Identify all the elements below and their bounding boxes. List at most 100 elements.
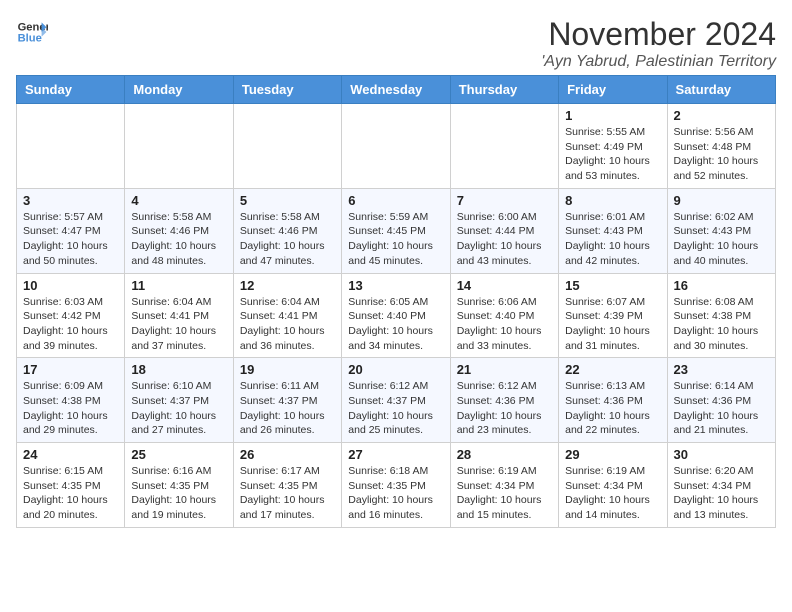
weekday-row: SundayMondayTuesdayWednesdayThursdayFrid… [17,76,776,104]
calendar-cell: 3Sunrise: 5:57 AM Sunset: 4:47 PM Daylig… [17,188,125,273]
day-number: 1 [565,108,660,123]
calendar-cell: 23 Sunrise: 6:14 AM Sunset: 4:36 PM Dayli… [667,358,775,443]
day-info: Sunrise: 6:02 AM Sunset: 4:43 PM Dayligh… [674,210,769,269]
day-number: 8 [565,193,660,208]
calendar-header: SundayMondayTuesdayWednesdayThursdayFrid… [17,76,776,104]
weekday-header: Tuesday [233,76,341,104]
calendar-cell: 28 Sunrise: 6:19 AM Sunset: 4:34 PM Dayli… [450,443,558,528]
day-info: Sunrise: 6:13 AM Sunset: 4:36 PM Dayligh… [565,379,660,438]
calendar-cell: 18 Sunrise: 6:10 AM Sunset: 4:37 PM Dayli… [125,358,233,443]
day-info: Sunrise: 6:05 AM Sunset: 4:40 PM Dayligh… [348,295,443,354]
calendar-cell: 11Sunrise: 6:04 AM Sunset: 4:41 PM Dayli… [125,273,233,358]
calendar-week-row: 3Sunrise: 5:57 AM Sunset: 4:47 PM Daylig… [17,188,776,273]
day-info: Sunrise: 6:11 AM Sunset: 4:37 PM Dayligh… [240,379,335,438]
logo: General Blue [16,16,48,48]
day-info: Sunrise: 6:12 AM Sunset: 4:36 PM Dayligh… [457,379,552,438]
day-number: 21 [457,362,552,377]
calendar-cell: 2 Sunrise: 5:56 AM Sunset: 4:48 PM Daylig… [667,104,775,189]
day-info: Sunrise: 5:59 AM Sunset: 4:45 PM Dayligh… [348,210,443,269]
day-info: Sunrise: 6:15 AM Sunset: 4:35 PM Dayligh… [23,464,118,523]
location-subtitle: 'Ayn Yabrud, Palestinian Territory [541,53,776,71]
day-number: 23 [674,362,769,377]
svg-text:Blue: Blue [18,33,42,45]
calendar-cell: 8 Sunrise: 6:01 AM Sunset: 4:43 PM Daylig… [559,188,667,273]
calendar-cell: 16Sunrise: 6:08 AM Sunset: 4:38 PM Dayli… [667,273,775,358]
calendar-table: SundayMondayTuesdayWednesdayThursdayFrid… [16,75,776,528]
calendar-cell: 14Sunrise: 6:06 AM Sunset: 4:40 PM Dayli… [450,273,558,358]
day-number: 19 [240,362,335,377]
day-info: Sunrise: 6:10 AM Sunset: 4:37 PM Dayligh… [131,379,226,438]
calendar-cell: 4 Sunrise: 5:58 AM Sunset: 4:46 PM Daylig… [125,188,233,273]
day-info: Sunrise: 5:55 AM Sunset: 4:49 PM Dayligh… [565,125,660,184]
calendar-cell: 10Sunrise: 6:03 AM Sunset: 4:42 PM Dayli… [17,273,125,358]
day-number: 11 [131,278,226,293]
calendar-cell [450,104,558,189]
day-info: Sunrise: 5:56 AM Sunset: 4:48 PM Dayligh… [674,125,769,184]
logo-icon: General Blue [16,16,48,48]
day-info: Sunrise: 6:16 AM Sunset: 4:35 PM Dayligh… [131,464,226,523]
day-number: 15 [565,278,660,293]
calendar-cell: 15 Sunrise: 6:07 AM Sunset: 4:39 PM Dayli… [559,273,667,358]
day-info: Sunrise: 6:18 AM Sunset: 4:35 PM Dayligh… [348,464,443,523]
day-number: 3 [23,193,118,208]
weekday-header: Thursday [450,76,558,104]
calendar-cell: 12 Sunrise: 6:04 AM Sunset: 4:41 PM Dayli… [233,273,341,358]
month-title: November 2024 [541,16,776,53]
calendar-cell: 19 Sunrise: 6:11 AM Sunset: 4:37 PM Dayli… [233,358,341,443]
calendar-cell: 1 Sunrise: 5:55 AM Sunset: 4:49 PM Daylig… [559,104,667,189]
day-number: 30 [674,447,769,462]
day-info: Sunrise: 5:58 AM Sunset: 4:46 PM Dayligh… [131,210,226,269]
day-info: Sunrise: 6:04 AM Sunset: 4:41 PM Dayligh… [240,295,335,354]
calendar-cell: 7 Sunrise: 6:00 AM Sunset: 4:44 PM Daylig… [450,188,558,273]
day-info: Sunrise: 6:12 AM Sunset: 4:37 PM Dayligh… [348,379,443,438]
day-info: Sunrise: 6:09 AM Sunset: 4:38 PM Dayligh… [23,379,118,438]
day-number: 17 [23,362,118,377]
calendar-cell: 26Sunrise: 6:17 AM Sunset: 4:35 PM Dayli… [233,443,341,528]
calendar-cell: 21 Sunrise: 6:12 AM Sunset: 4:36 PM Dayli… [450,358,558,443]
day-number: 2 [674,108,769,123]
day-number: 28 [457,447,552,462]
day-number: 6 [348,193,443,208]
day-info: Sunrise: 6:19 AM Sunset: 4:34 PM Dayligh… [457,464,552,523]
calendar-cell: 25 Sunrise: 6:16 AM Sunset: 4:35 PM Dayli… [125,443,233,528]
day-info: Sunrise: 6:01 AM Sunset: 4:43 PM Dayligh… [565,210,660,269]
weekday-header: Friday [559,76,667,104]
weekday-header: Wednesday [342,76,450,104]
day-info: Sunrise: 5:58 AM Sunset: 4:46 PM Dayligh… [240,210,335,269]
calendar-week-row: 10Sunrise: 6:03 AM Sunset: 4:42 PM Dayli… [17,273,776,358]
calendar-cell: 27Sunrise: 6:18 AM Sunset: 4:35 PM Dayli… [342,443,450,528]
day-number: 5 [240,193,335,208]
calendar-cell: 6 Sunrise: 5:59 AM Sunset: 4:45 PM Daylig… [342,188,450,273]
calendar-body: 1 Sunrise: 5:55 AM Sunset: 4:49 PM Daylig… [17,104,776,528]
day-info: Sunrise: 6:00 AM Sunset: 4:44 PM Dayligh… [457,210,552,269]
calendar-cell: 24Sunrise: 6:15 AM Sunset: 4:35 PM Dayli… [17,443,125,528]
day-number: 13 [348,278,443,293]
day-number: 18 [131,362,226,377]
day-info: Sunrise: 6:19 AM Sunset: 4:34 PM Dayligh… [565,464,660,523]
calendar-cell: 17 Sunrise: 6:09 AM Sunset: 4:38 PM Dayli… [17,358,125,443]
day-number: 12 [240,278,335,293]
day-number: 14 [457,278,552,293]
weekday-header: Sunday [17,76,125,104]
calendar-cell [342,104,450,189]
calendar-cell: 30 Sunrise: 6:20 AM Sunset: 4:34 PM Dayli… [667,443,775,528]
weekday-header: Monday [125,76,233,104]
calendar-cell [233,104,341,189]
day-number: 26 [240,447,335,462]
day-number: 10 [23,278,118,293]
calendar-week-row: 17 Sunrise: 6:09 AM Sunset: 4:38 PM Dayli… [17,358,776,443]
day-info: Sunrise: 6:20 AM Sunset: 4:34 PM Dayligh… [674,464,769,523]
calendar-cell: 9 Sunrise: 6:02 AM Sunset: 4:43 PM Daylig… [667,188,775,273]
day-number: 7 [457,193,552,208]
calendar-week-row: 24Sunrise: 6:15 AM Sunset: 4:35 PM Dayli… [17,443,776,528]
day-number: 9 [674,193,769,208]
day-info: Sunrise: 6:07 AM Sunset: 4:39 PM Dayligh… [565,295,660,354]
day-number: 4 [131,193,226,208]
day-number: 29 [565,447,660,462]
calendar-cell: 22Sunrise: 6:13 AM Sunset: 4:36 PM Dayli… [559,358,667,443]
calendar-week-row: 1 Sunrise: 5:55 AM Sunset: 4:49 PM Daylig… [17,104,776,189]
day-number: 16 [674,278,769,293]
day-number: 25 [131,447,226,462]
title-block: November 2024 'Ayn Yabrud, Palestinian T… [541,16,776,71]
day-info: Sunrise: 6:14 AM Sunset: 4:36 PM Dayligh… [674,379,769,438]
